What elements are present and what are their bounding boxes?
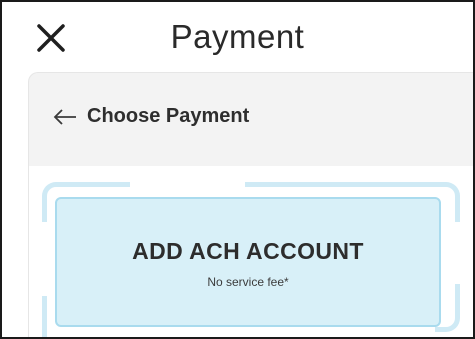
add-ach-account-button[interactable]: ADD ACH ACCOUNT No service fee* [55,197,441,327]
ach-card-subtitle: No service fee* [207,275,289,289]
back-navigation[interactable]: Choose Payment [53,105,249,128]
ach-card-title: ADD ACH ACCOUNT [132,238,364,264]
payment-options: ADD ACH ACCOUNT No service fee* [29,166,473,337]
arrow-left-icon [53,108,77,125]
payment-window: Payment Choose Payment ADD ACH ACCOUNT N… [0,0,475,339]
header: Payment [2,2,473,70]
payment-panel: Choose Payment ADD ACH ACCOUNT No servic… [28,72,473,337]
choose-payment-label: Choose Payment [87,105,250,127]
page-title: Payment [170,18,305,55]
